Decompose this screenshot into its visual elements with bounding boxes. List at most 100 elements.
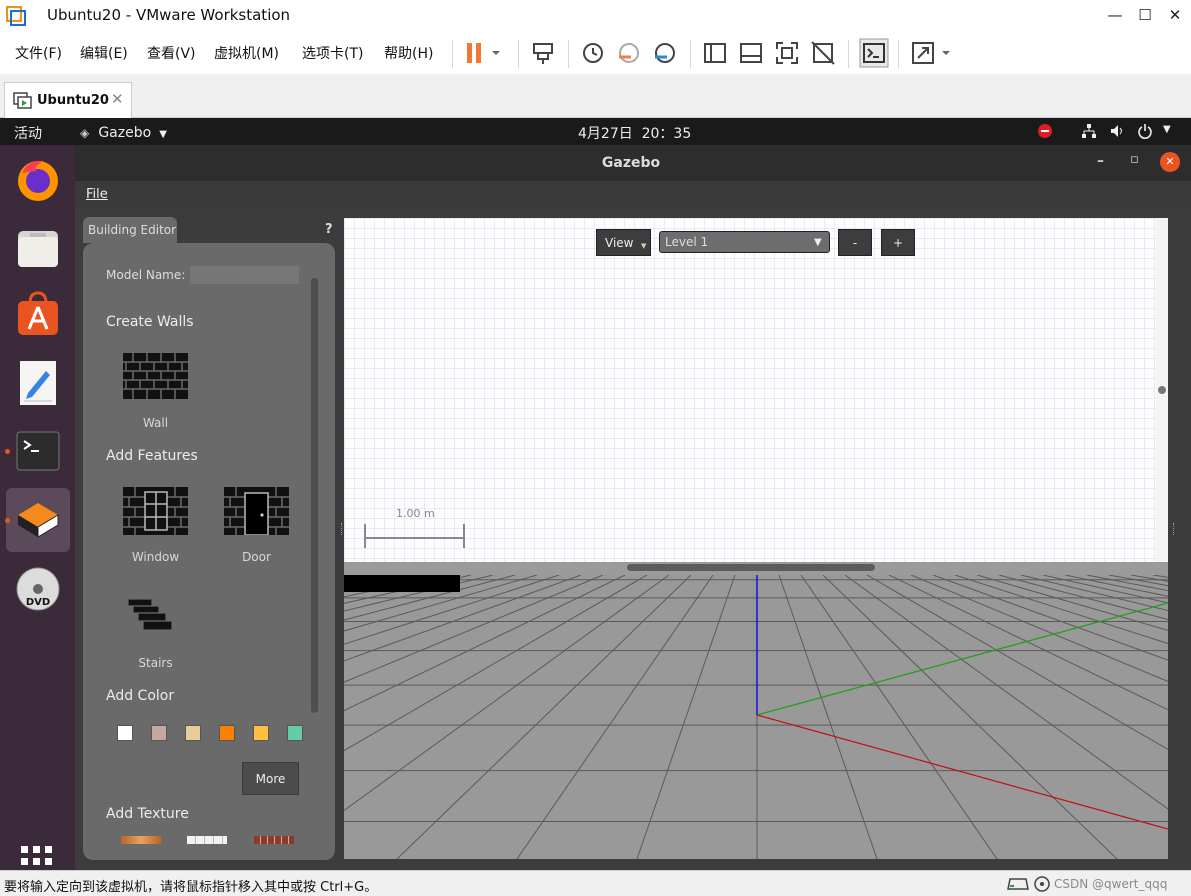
text-editor-icon[interactable]	[14, 359, 62, 407]
cd-dvd-icon[interactable]	[1033, 875, 1051, 893]
menu-tabs[interactable]: 选项卡(T)	[302, 43, 363, 63]
send-keys-icon[interactable]	[530, 40, 556, 66]
do-not-disturb-icon[interactable]	[1037, 123, 1053, 139]
more-colors-button[interactable]: More	[242, 762, 299, 795]
color-swatch[interactable]	[287, 725, 303, 741]
title-bar: Ubuntu20 - VMware Workstation — ☐ ✕	[0, 0, 1191, 32]
stairs-label: Stairs	[138, 656, 173, 670]
chevron-down-icon[interactable]: ▼	[1163, 124, 1171, 135]
status-message: 要将输入定向到该虚拟机，请将鼠标指针移入其中或按 Ctrl+G。	[4, 880, 378, 895]
stretch-guest-icon[interactable]	[910, 40, 956, 66]
view-dropdown-label: View	[605, 236, 634, 250]
toolbar-separator	[518, 40, 519, 68]
console-view-icon[interactable]	[859, 38, 889, 68]
volume-icon[interactable]	[1109, 123, 1125, 139]
splitter-handle[interactable]	[1173, 523, 1176, 535]
texture-brick-swatch[interactable]	[254, 836, 294, 844]
running-indicator	[5, 518, 10, 523]
gazebo-menu-bar: File	[75, 181, 1191, 209]
snapshot-manager-icon[interactable]	[652, 40, 678, 66]
menu-vm[interactable]: 虚拟机(M)	[214, 43, 279, 63]
software-store-icon[interactable]	[14, 291, 62, 339]
texture-tile-swatch[interactable]	[187, 836, 227, 844]
menu-help[interactable]: 帮助(H)	[384, 43, 433, 63]
wall-label: Wall	[142, 416, 169, 430]
scale-label: 1.00 m	[396, 507, 435, 520]
splitter-handle[interactable]	[341, 523, 344, 535]
tab-close-icon[interactable]: ✕	[111, 90, 124, 108]
pause-icon[interactable]	[462, 40, 502, 66]
add-level-button[interactable]: +	[881, 229, 915, 256]
menu-edit[interactable]: 编辑(E)	[80, 43, 128, 63]
window-icon[interactable]	[123, 487, 188, 535]
stairs-icon[interactable]	[126, 597, 174, 631]
unity-mode-icon[interactable]	[810, 40, 836, 66]
gazebo-minimize-button[interactable]: –	[1097, 153, 1104, 169]
thumbnail-bar-icon[interactable]	[738, 40, 764, 66]
full-screen-icon[interactable]	[774, 40, 800, 66]
toolbar-separator	[452, 40, 453, 68]
help-icon[interactable]: ?	[325, 222, 333, 237]
gazebo-icon[interactable]	[14, 495, 62, 543]
files-icon[interactable]	[14, 225, 62, 273]
color-swatch[interactable]	[253, 725, 269, 741]
ubuntu-top-bar: 活动 ◈ Gazebo ▼ 4月27日 20：35 ▼	[0, 118, 1191, 145]
model-name-label: Model Name:	[106, 268, 186, 282]
dvd-icon[interactable]: DVD	[14, 565, 62, 613]
chevron-down-icon: ▼	[641, 242, 647, 250]
show-applications-icon[interactable]	[20, 845, 54, 870]
horizontal-scrollbar[interactable]	[627, 564, 875, 571]
view-splitter[interactable]	[344, 562, 1168, 575]
ubuntu-dock: DVD	[0, 145, 75, 870]
texture-wood-swatch[interactable]	[121, 836, 161, 844]
snapshot-icon[interactable]	[580, 40, 606, 66]
building-2d-canvas[interactable]: 1.00 m View ▼ Level 1 ▼ - +	[344, 218, 1168, 562]
minimize-button[interactable]: —	[1100, 4, 1130, 26]
level-select[interactable]: Level 1 ▼	[659, 231, 830, 253]
level-select-value: Level 1	[665, 235, 709, 249]
add-color-heading: Add Color	[106, 688, 175, 704]
gazebo-close-button[interactable]: ✕	[1160, 152, 1180, 172]
activities-button[interactable]: 活动	[14, 123, 42, 143]
gazebo-window: Gazebo – ▫ ✕ File Building Editor ? Mode…	[75, 145, 1191, 870]
gazebo-menu-file[interactable]: File	[86, 187, 108, 202]
power-icon[interactable]	[1137, 123, 1153, 139]
menu-file[interactable]: 文件(F)	[15, 43, 62, 63]
remove-level-button[interactable]: -	[838, 229, 872, 256]
color-swatch[interactable]	[151, 725, 167, 741]
app-menu[interactable]: ◈ Gazebo ▼	[80, 122, 167, 142]
door-icon[interactable]	[224, 487, 289, 535]
color-swatch[interactable]	[219, 725, 235, 741]
clock[interactable]: 4月27日 20：35	[578, 123, 691, 143]
toolbar-separator	[848, 40, 849, 68]
firefox-icon[interactable]	[14, 155, 62, 203]
close-button[interactable]: ✕	[1160, 4, 1190, 26]
gazebo-maximize-button[interactable]: ▫	[1130, 152, 1139, 167]
terminal-icon[interactable]	[14, 427, 62, 475]
building-editor-tab[interactable]: Building Editor	[83, 217, 177, 243]
network-icon[interactable]	[1081, 123, 1097, 139]
hard-disk-icon[interactable]	[1007, 875, 1029, 893]
watermark: CSDN @qwert_qqq	[1054, 877, 1168, 891]
view-dropdown[interactable]: View ▼	[596, 229, 651, 256]
panel-scrollbar[interactable]	[311, 278, 318, 713]
color-swatch[interactable]	[185, 725, 201, 741]
window-label: Window	[131, 550, 180, 564]
svg-text:DVD: DVD	[26, 597, 50, 608]
building-editor-panel: Model Name: Create Walls Wall Add Featur…	[83, 243, 335, 860]
chevron-down-icon: ▼	[159, 129, 167, 140]
chevron-down-icon: ▼	[814, 237, 822, 248]
status-bar: 要将输入定向到该虚拟机，请将鼠标指针移入其中或按 Ctrl+G。 CSDN @q…	[0, 870, 1191, 896]
sidebar-toggle-icon[interactable]	[702, 40, 728, 66]
tab-ubuntu20[interactable]: Ubuntu20 ✕	[4, 82, 132, 118]
maximize-button[interactable]: ☐	[1130, 4, 1160, 26]
color-swatch[interactable]	[117, 725, 133, 741]
menu-view[interactable]: 查看(V)	[147, 43, 196, 63]
window-title: Ubuntu20 - VMware Workstation	[47, 6, 291, 24]
scene-3d-view[interactable]	[344, 575, 1168, 859]
wall-icon[interactable]	[123, 353, 188, 399]
model-name-input[interactable]	[189, 265, 300, 285]
guest-display[interactable]: 活动 ◈ Gazebo ▼ 4月27日 20：35 ▼ DVD Gazebo –…	[0, 118, 1191, 870]
grid-2d	[344, 218, 1168, 562]
revert-snapshot-icon[interactable]	[616, 40, 642, 66]
